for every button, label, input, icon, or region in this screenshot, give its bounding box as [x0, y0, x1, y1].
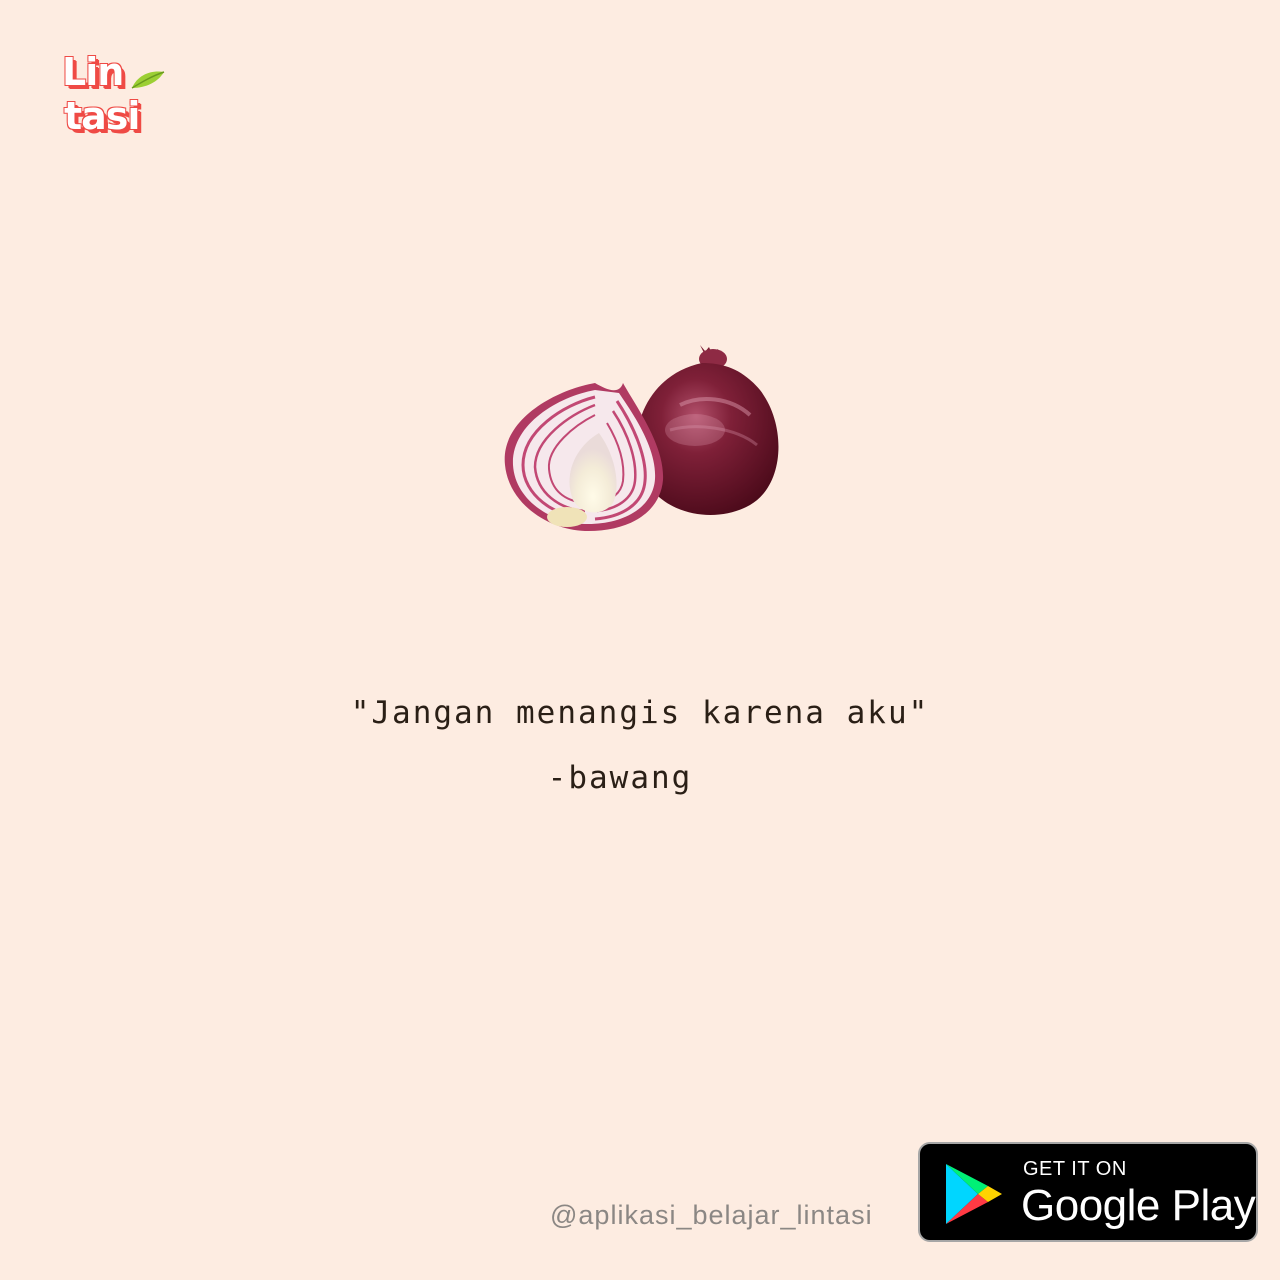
logo-text-line1: Lin — [62, 50, 124, 94]
badge-big-text: Google Play — [1021, 1181, 1256, 1230]
quote-author: -bawang — [547, 760, 693, 796]
leaf-icon — [131, 71, 165, 89]
badge-small-text: GET IT ON — [1023, 1158, 1127, 1180]
onion-icon — [504, 345, 779, 532]
google-play-icon — [946, 1164, 1002, 1224]
quote-text: "Jangan menangis karena aku" — [350, 695, 930, 731]
social-handle: @aplikasi_belajar_lintasi — [550, 1200, 873, 1230]
logo-text-line2: tasi — [64, 94, 140, 138]
lintasi-logo: Lin tasi — [60, 50, 170, 145]
google-play-badge[interactable]: GET IT ON Google Play — [918, 1142, 1258, 1242]
